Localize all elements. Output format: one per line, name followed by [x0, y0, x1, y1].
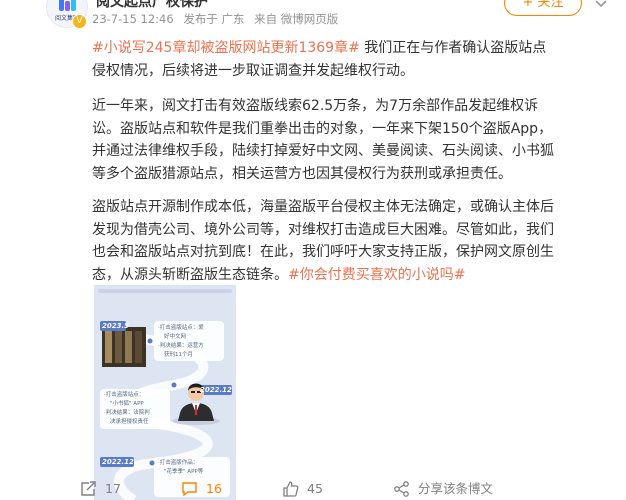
timeline-item-1-line-1: ·打击盗版站点：爱	[158, 325, 204, 331]
post-location: 发布于 广东	[183, 12, 245, 26]
comment-button[interactable]: 16	[181, 478, 222, 500]
thumbs-up-icon	[283, 481, 299, 497]
author-name[interactable]: 阅文起点广权保护	[96, 0, 208, 11]
timeline-item-3-line-2: "花季季" APP等	[164, 469, 204, 475]
post-meta: 23-7-15 12:46 发布于 广东 来自 微博网页版	[92, 11, 344, 27]
timeline-item-2-line-4: 决承担侵权责任	[110, 419, 149, 425]
follow-button[interactable]: + 关注	[504, 0, 582, 16]
timeline-item-2-line-2: "小书狐" APP	[110, 401, 144, 407]
timeline-item-3-line-1: ·打击盗版作品：	[158, 460, 199, 466]
like-button[interactable]: 45	[282, 478, 323, 500]
timeline-item-1-line-3: ·判决结果：运营方	[158, 343, 204, 349]
share-icon	[394, 481, 409, 497]
like-count: 45	[307, 481, 323, 496]
timeline-date-2: 2022.12	[200, 386, 232, 394]
topic-tag[interactable]: #小说写245章却被盗版网站更新1369章#	[92, 40, 360, 56]
timeline-item-1-line-4: 获刑11个月	[164, 352, 193, 358]
comment-icon	[182, 482, 197, 497]
timeline-item-1-line-2: 好中文网	[164, 334, 187, 340]
post-paragraph-2: 近一年来，阅文打击有效盗版线索62.5万条，为7万余部作品发起维权诉讼。盗版站点…	[92, 98, 554, 182]
comment-count: 16	[206, 481, 222, 496]
topic-tag[interactable]: #你会付费买喜欢的小说吗#	[288, 267, 465, 283]
verified-badge-icon: V	[72, 14, 87, 29]
repost-count: 17	[105, 481, 121, 496]
chevron-down-icon[interactable]	[592, 0, 610, 12]
share-button[interactable]: 分享该条博文	[393, 478, 493, 500]
post-paragraph-3: 盗版站点开源制作成本低，海量盗版平台侵权主体无法确定，或确认主体后发现为借壳公司…	[92, 196, 554, 286]
post-image[interactable]: 2023.5 ·打击盗版站点：爱 好中文网 ·判决结果：运营方 获刑11个月 2…	[94, 285, 236, 500]
post-source: 来自 微博网页版	[254, 12, 339, 26]
timeline-item-2-line-3: ·判决结果：法院判	[104, 410, 150, 416]
repost-icon	[81, 481, 96, 496]
post-actions: 17 16 45 分享该条博文	[0, 478, 626, 500]
timeline-date-1: 2023.5	[102, 322, 130, 330]
share-label: 分享该条博文	[418, 481, 494, 496]
timeline-item-2-line-1: ·打击盗版站点：	[104, 392, 145, 398]
timeline-date-3: 2022.12	[102, 458, 134, 466]
repost-button[interactable]: 17	[80, 478, 121, 500]
post-timestamp[interactable]: 23-7-15 12:46	[92, 12, 174, 26]
post-paragraph-1: #小说写245章却被盗版网站更新1369章# 我们正在与作者确认盗版站点侵权情况…	[92, 37, 554, 82]
